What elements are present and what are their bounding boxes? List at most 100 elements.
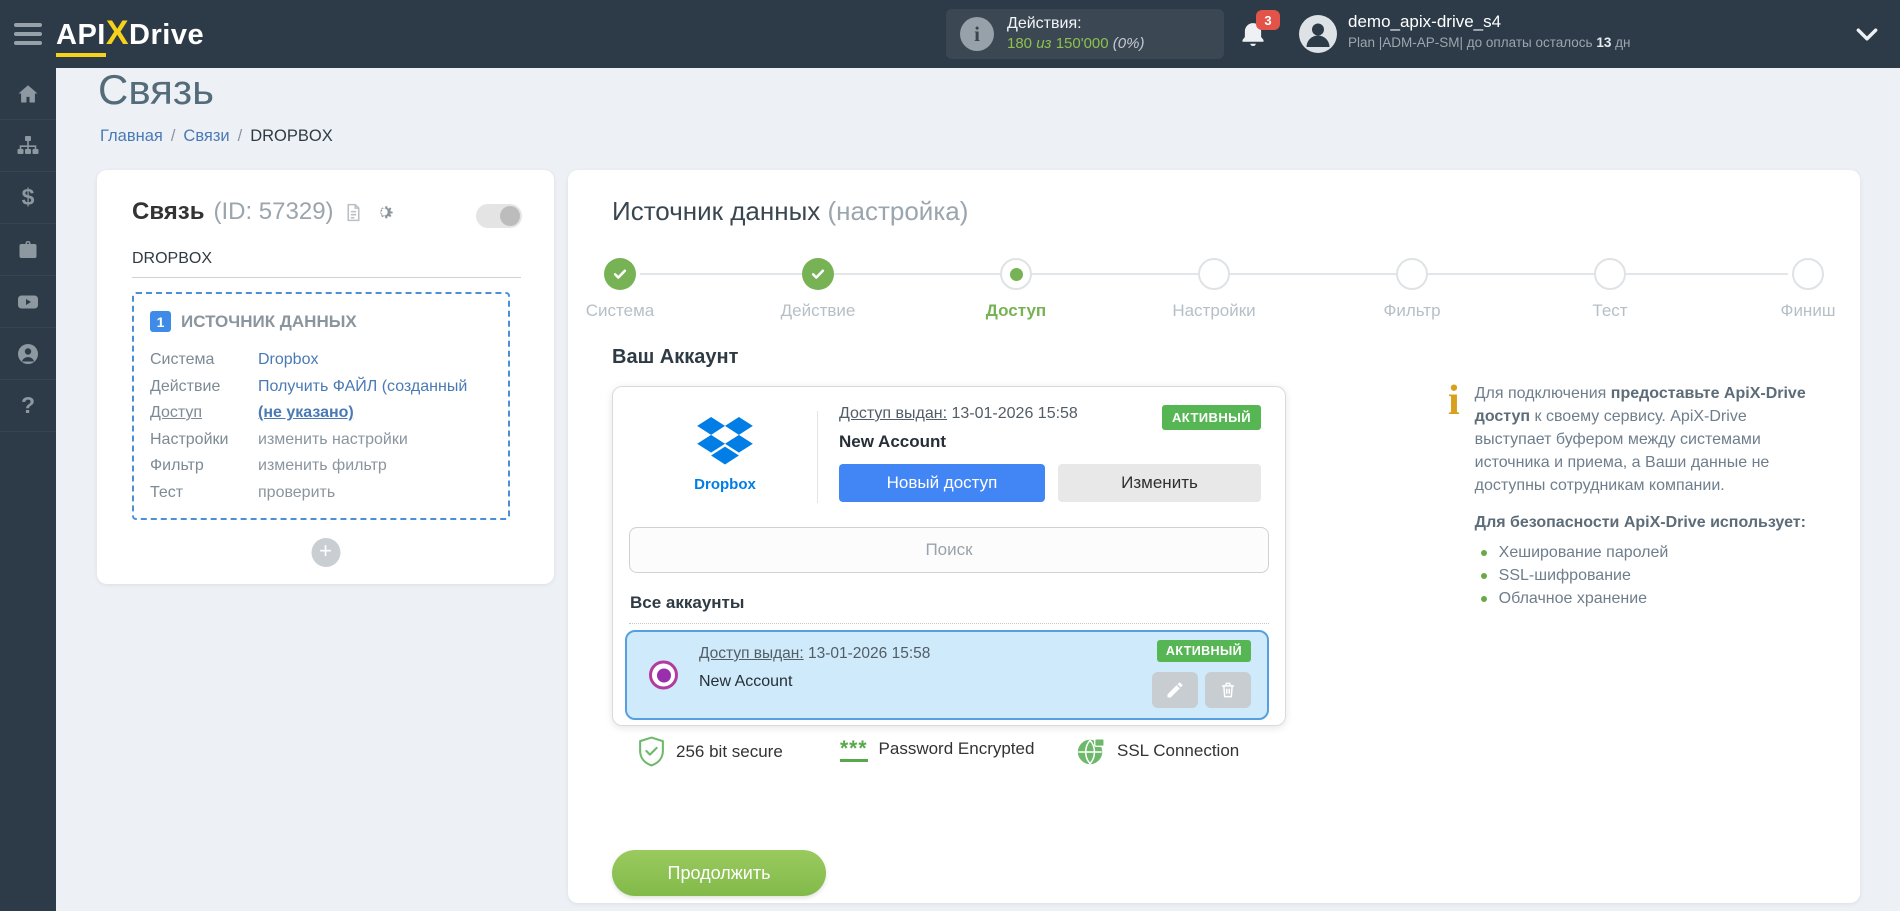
person-icon <box>1299 15 1337 53</box>
source-setup-card: Источник данных (настройка) Система Дейс… <box>568 170 1860 903</box>
row-filter: Фильтр изменить фильтр <box>150 457 387 474</box>
connection-enabled-toggle[interactable] <box>476 204 522 228</box>
add-block-button[interactable]: + <box>311 538 340 567</box>
divider <box>817 411 818 503</box>
item-status-badge: АКТИВНЫЙ <box>1156 640 1251 662</box>
sidebar-item-billing[interactable]: $ <box>0 172 56 224</box>
list-item: SSL-шифрование <box>1475 564 1823 587</box>
status-badge: АКТИВНЫЙ <box>1162 405 1261 430</box>
user-avatar[interactable] <box>1298 14 1338 54</box>
block-number-badge: 1 <box>150 311 171 332</box>
security-features-list: Хеширование паролей SSL-шифрование Облач… <box>1475 541 1823 610</box>
info-icon: i <box>960 17 994 51</box>
check-icon <box>613 269 627 279</box>
row-test: Тест проверить <box>150 483 336 501</box>
gear-icon[interactable] <box>373 201 395 223</box>
actions-label: Действия: <box>1007 15 1082 32</box>
dollar-icon: $ <box>21 184 35 210</box>
video-play-icon <box>18 295 38 308</box>
sidebar-item-help[interactable]: ? <box>0 380 56 432</box>
dotted-separator <box>629 623 1269 624</box>
user-plan: Plan |ADM-AP-SM| до оплаты осталось 13 д… <box>1348 35 1631 50</box>
step-action[interactable]: Действие <box>768 258 868 321</box>
breadcrumb-connections[interactable]: Связи <box>183 127 229 145</box>
badge-password-encrypted: *** Password Encrypted <box>840 737 1035 762</box>
bullet-icon <box>1480 596 1487 602</box>
document-icon[interactable] <box>343 202 364 223</box>
user-icon <box>18 343 38 364</box>
breadcrumb-home[interactable]: Главная <box>100 127 163 145</box>
chevron-down-icon[interactable] <box>1856 28 1878 46</box>
search-input[interactable] <box>629 527 1269 573</box>
sitemap-icon <box>17 135 39 154</box>
account-radio[interactable] <box>649 660 678 690</box>
delete-account-button[interactable] <box>1205 672 1251 708</box>
row-system: Система Dropbox <box>150 351 319 368</box>
all-accounts-label: Все аккаунты <box>630 593 745 612</box>
connection-name-field[interactable]: DROPBOX <box>132 250 521 278</box>
briefcase-icon <box>19 240 37 258</box>
block-title: ИСТОЧНИК ДАННЫХ <box>181 311 357 331</box>
sidebar-item-home[interactable] <box>0 68 56 120</box>
page-title: Связь <box>98 66 215 113</box>
connection-summary-card: Связь (ID: 57329) DROPBOX 1 ИСТОЧНИК ДАН… <box>97 170 554 584</box>
info-amber-icon: i <box>1448 378 1460 424</box>
your-account-title: Ваш Аккаунт <box>612 346 739 368</box>
item-account-name: New Account <box>699 673 793 690</box>
breadcrumb: Главная / Связи / DROPBOX <box>100 127 333 145</box>
setup-stepper: Система Действие Доступ Настройки Фильтр… <box>570 258 1858 328</box>
check-icon <box>811 269 825 279</box>
info-panel: i Для подключения предоставьте ApiX-Driv… <box>1448 378 1854 610</box>
sidebar-nav: $ ? <box>0 68 56 911</box>
row-action: Действие Получить ФАЙЛ (созданный <box>150 377 468 395</box>
change-button[interactable]: Изменить <box>1058 464 1261 502</box>
sidebar-item-services[interactable] <box>0 224 56 276</box>
hamburger-menu-icon[interactable] <box>14 23 42 45</box>
step-filter: Фильтр <box>1362 258 1462 321</box>
data-source-block[interactable]: 1 ИСТОЧНИК ДАННЫХ Система Dropbox Действ… <box>132 292 510 520</box>
notification-count-badge: 3 <box>1256 10 1280 30</box>
item-access-granted-line: Доступ выдан: 13-01-2026 15:58 <box>699 645 931 662</box>
badge-ssl-connection: SSL Connection <box>1076 736 1239 766</box>
notifications-bell[interactable]: 3 <box>1238 10 1282 54</box>
connection-title: Связь <box>132 198 205 225</box>
asterisks-icon: *** <box>840 737 868 762</box>
step-access[interactable]: Доступ <box>966 258 1066 321</box>
account-panel: Dropbox Доступ выдан: 13-01-2026 15:58 А… <box>612 386 1286 726</box>
info-paragraph: Для подключения предоставьте ApiX-Drive … <box>1474 385 1806 494</box>
shield-check-icon <box>639 736 664 767</box>
info-heading: Для безопасности ApiX-Drive использует: <box>1474 514 1806 531</box>
trash-icon <box>1222 682 1234 698</box>
new-access-button[interactable]: Новый доступ <box>839 464 1045 502</box>
step-system[interactable]: Система <box>570 258 670 321</box>
user-name: demo_apix-drive_s4 <box>1348 12 1502 31</box>
bullet-icon <box>1480 573 1487 579</box>
list-item: Хеширование паролей <box>1475 541 1823 564</box>
step-test: Тест <box>1560 258 1660 321</box>
sidebar-item-video[interactable] <box>0 276 56 328</box>
connection-id: (ID: 57329) <box>213 198 334 225</box>
question-icon: ? <box>20 392 36 418</box>
edit-account-button[interactable] <box>1152 672 1198 708</box>
continue-button[interactable]: Продолжить <box>612 850 826 896</box>
row-access: Доступ (не указано) <box>150 404 354 421</box>
list-item: Облачное хранение <box>1475 587 1823 610</box>
sidebar-item-profile[interactable] <box>0 328 56 380</box>
sidebar-item-connections[interactable] <box>0 120 56 172</box>
account-name: New Account <box>839 432 947 451</box>
account-list-item[interactable]: Доступ выдан: 13-01-2026 15:58 New Accou… <box>625 630 1269 720</box>
bullet-icon <box>1480 550 1487 556</box>
home-icon <box>18 84 38 102</box>
row-settings: Настройки изменить настройки <box>150 430 408 448</box>
step-settings: Настройки <box>1164 258 1264 321</box>
globe-lock-icon <box>1077 736 1105 765</box>
breadcrumb-current: DROPBOX <box>250 127 333 145</box>
pencil-icon <box>1167 682 1183 698</box>
dropbox-icon <box>697 417 753 465</box>
step-finish: Финиш <box>1758 258 1858 321</box>
badge-256-bit: 256 bit secure <box>638 736 783 767</box>
user-menu[interactable]: demo_apix-drive_s4 Plan |ADM-AP-SM| до о… <box>1348 11 1631 52</box>
apix-drive-logo[interactable]: APIXDrive <box>56 14 204 57</box>
setup-heading: Источник данных (настройка) <box>612 196 969 226</box>
dropbox-logo: Dropbox <box>655 417 795 493</box>
